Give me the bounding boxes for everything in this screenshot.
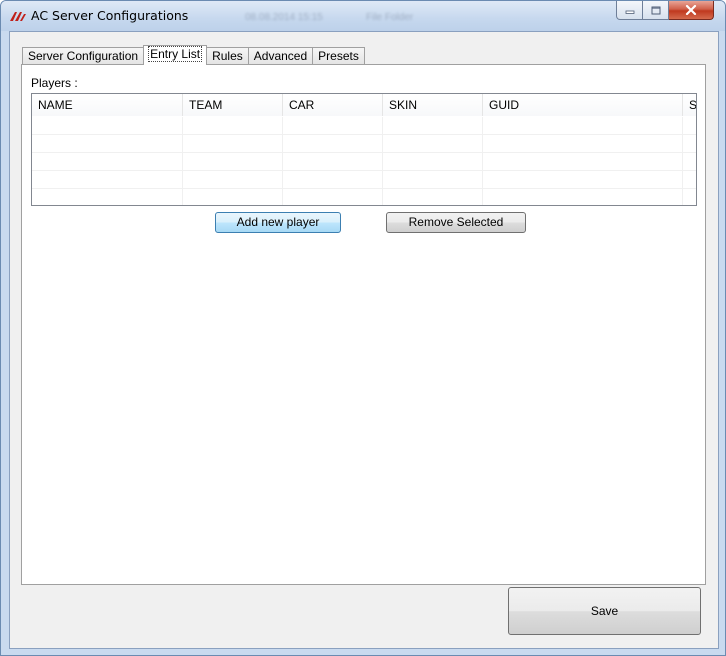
- empty-grid-row: [32, 117, 696, 135]
- empty-grid-row: [32, 135, 696, 153]
- blurred-background-text: 08.08.2014 15:15: [245, 12, 323, 23]
- tab-label: Entry List: [148, 46, 203, 62]
- players-label: Players :: [31, 76, 78, 90]
- column-header-guid[interactable]: GUID: [483, 94, 683, 116]
- tab-label: Rules: [212, 49, 243, 63]
- tab-label: Server Configuration: [28, 49, 139, 63]
- blurred-background-text: File Folder: [366, 12, 414, 23]
- players-list[interactable]: NAME TEAM CAR SKIN GUID S: [31, 93, 697, 206]
- close-icon: [685, 5, 697, 15]
- tab-strip: Server Configuration Entry List Rules Ad…: [22, 45, 365, 65]
- entry-list-panel: Players : NAME TEAM CAR SKIN GUID S Add …: [21, 64, 706, 585]
- title-bar[interactable]: AC Server Configurations 08.08.2014 15:1…: [1, 1, 725, 31]
- empty-grid-row: [32, 153, 696, 171]
- column-header-car[interactable]: CAR: [283, 94, 383, 116]
- tab-label: Advanced: [253, 49, 308, 63]
- maximize-button[interactable]: [643, 1, 669, 20]
- column-header-s[interactable]: S: [683, 94, 696, 116]
- app-logo-icon: [10, 12, 26, 21]
- minimize-button[interactable]: [616, 1, 643, 20]
- column-header-team[interactable]: TEAM: [183, 94, 283, 116]
- tab-advanced[interactable]: Advanced: [247, 47, 314, 65]
- tab-server-configuration[interactable]: Server Configuration: [22, 47, 145, 65]
- add-new-player-button[interactable]: Add new player: [215, 212, 341, 233]
- column-header-skin[interactable]: SKIN: [383, 94, 483, 116]
- empty-grid-row: [32, 171, 696, 189]
- tab-presets[interactable]: Presets: [312, 47, 365, 65]
- empty-grid-row: [32, 189, 696, 205]
- app-window: AC Server Configurations 08.08.2014 15:1…: [0, 0, 726, 656]
- tab-label: Presets: [318, 49, 359, 63]
- window-title: AC Server Configurations: [31, 8, 189, 23]
- remove-selected-button[interactable]: Remove Selected: [386, 212, 526, 233]
- client-area: Server Configuration Entry List Rules Ad…: [9, 31, 719, 649]
- tab-entry-list[interactable]: Entry List: [143, 45, 208, 65]
- minimize-icon: [625, 10, 634, 14]
- save-button[interactable]: Save: [508, 587, 701, 635]
- tab-rules[interactable]: Rules: [206, 47, 249, 65]
- close-button[interactable]: [669, 1, 714, 20]
- column-header-name[interactable]: NAME: [32, 94, 183, 116]
- maximize-icon: [651, 6, 660, 14]
- players-list-header: NAME TEAM CAR SKIN GUID S: [32, 94, 696, 116]
- players-list-rows: [32, 117, 696, 205]
